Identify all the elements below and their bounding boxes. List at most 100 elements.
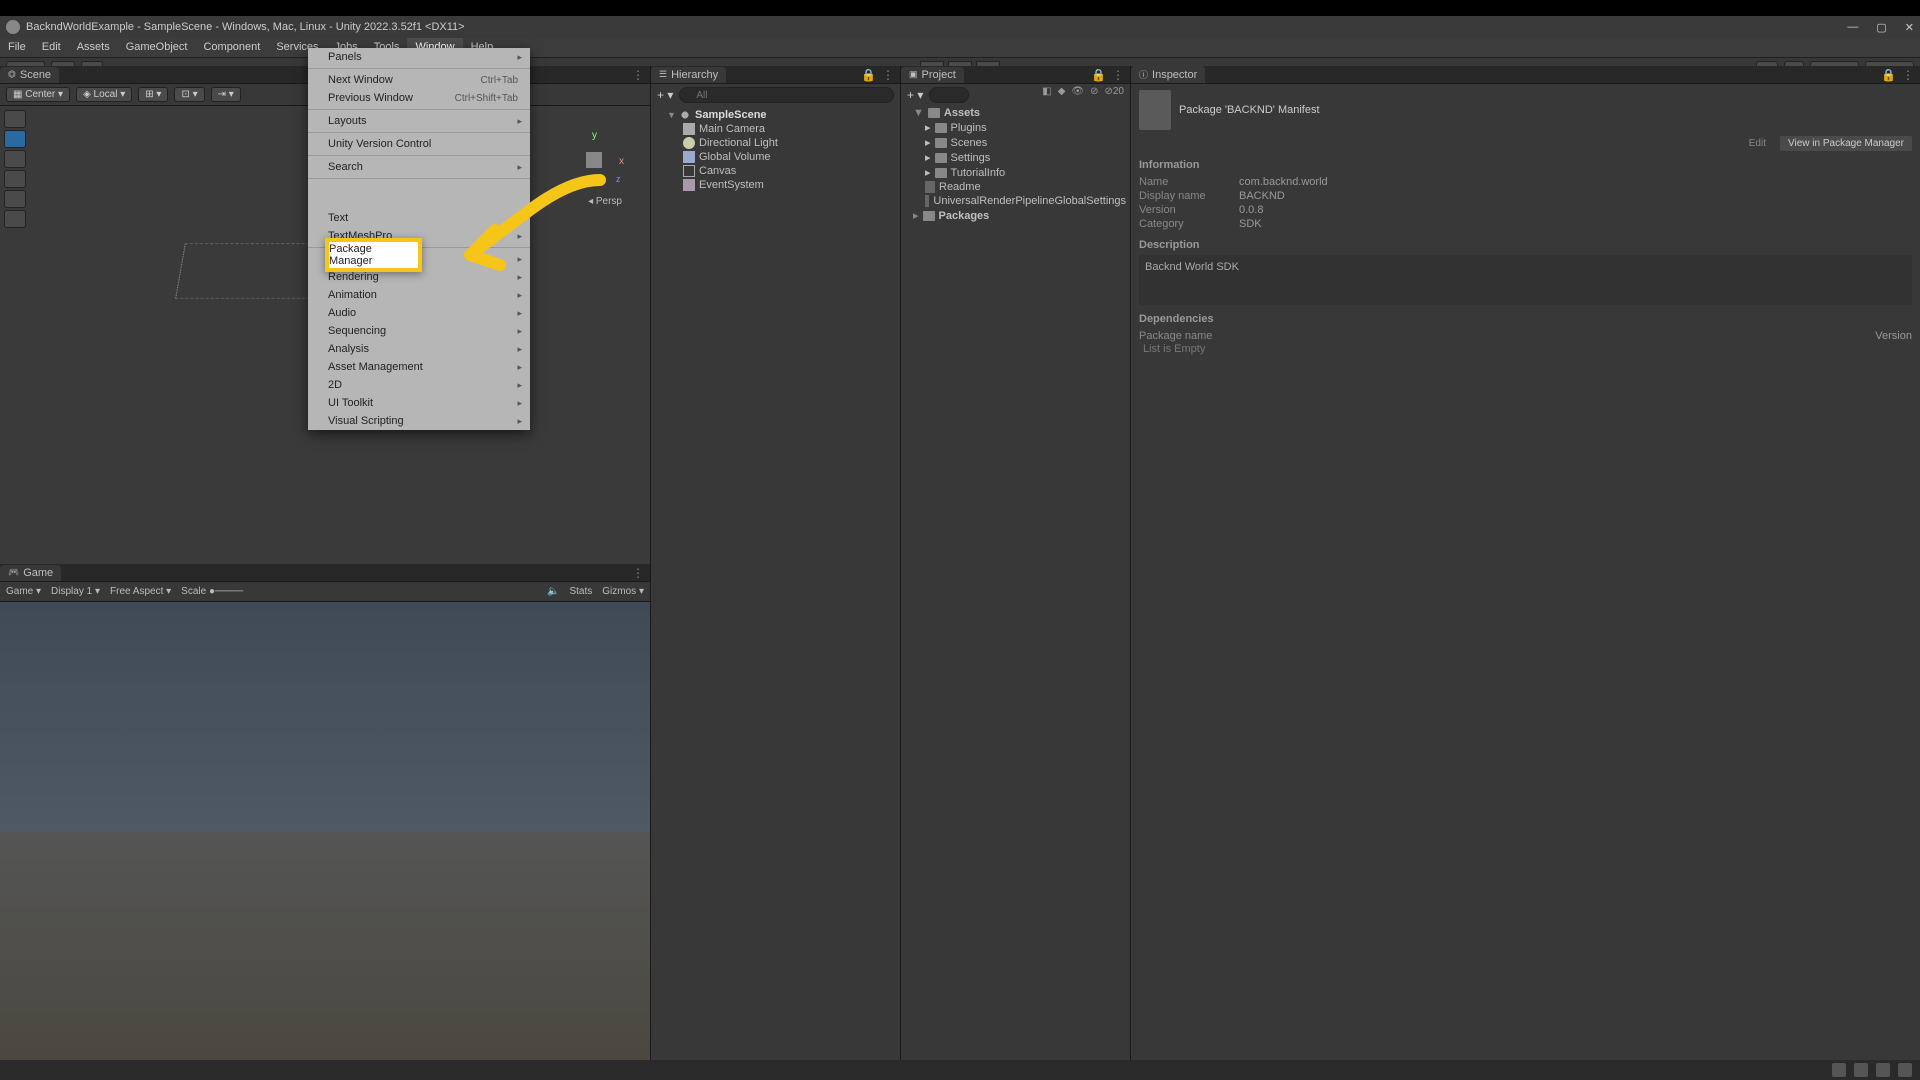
- manifest-file-icon: [1139, 90, 1171, 130]
- desc-heading: Description: [1139, 239, 1912, 251]
- hierarchy-toolbar: + ▾: [651, 84, 900, 106]
- status-icon[interactable]: [1854, 1063, 1868, 1077]
- filter-type-icon[interactable]: ◧: [1042, 86, 1051, 97]
- menu-file[interactable]: File: [0, 38, 34, 57]
- project-folder[interactable]: ▸Settings: [901, 150, 1130, 165]
- hierarchy-item[interactable]: Canvas: [651, 164, 900, 178]
- menu-text[interactable]: Text▸: [308, 209, 530, 227]
- project-folder[interactable]: ▸Scenes: [901, 135, 1130, 150]
- scene-tab[interactable]: ⏣ Scene: [0, 67, 59, 83]
- menu-uvc[interactable]: Unity Version Control: [308, 135, 530, 153]
- hierarchy-item[interactable]: Global Volume: [651, 150, 900, 164]
- scene-icon: [679, 109, 691, 121]
- inspector-title: Package 'BACKND' Manifest: [1179, 104, 1912, 116]
- project-menu-icon[interactable]: ⋮: [1112, 68, 1124, 82]
- menu-sequencing[interactable]: Sequencing▸: [308, 322, 530, 340]
- menu-prev-window[interactable]: Previous WindowCtrl+Shift+Tab: [308, 89, 530, 107]
- menu-audio[interactable]: Audio▸: [308, 304, 530, 322]
- scale-slider[interactable]: Scale ●────: [181, 586, 243, 597]
- game-mode-dropdown[interactable]: Game ▾: [6, 586, 41, 597]
- hierarchy-item[interactable]: EventSystem: [651, 178, 900, 192]
- menu-ui-toolkit[interactable]: UI Toolkit▸: [308, 394, 530, 412]
- menu-assets[interactable]: Assets: [69, 38, 118, 57]
- transform-tool[interactable]: [4, 210, 26, 228]
- close-icon[interactable]: ✕: [1905, 21, 1914, 34]
- gizmo-z-axis: z: [616, 174, 621, 184]
- assets-folder[interactable]: ▼Assets: [901, 106, 1130, 120]
- package-manager-highlight[interactable]: Package Manager: [325, 238, 422, 272]
- move-tool[interactable]: [4, 130, 26, 148]
- info-row: CategorySDK: [1139, 217, 1912, 231]
- gizmo-x-axis: x: [619, 156, 624, 167]
- stats-button[interactable]: Stats: [569, 586, 592, 597]
- lock-icon[interactable]: 🔒: [861, 68, 876, 82]
- project-tab[interactable]: ▣ Project: [901, 67, 964, 83]
- folder-icon: [928, 108, 940, 118]
- mute-button[interactable]: 🔈: [547, 586, 559, 597]
- aspect-dropdown[interactable]: Free Aspect ▾: [110, 586, 171, 597]
- local-button[interactable]: ◈ Local ▾: [76, 87, 132, 102]
- hierarchy-item[interactable]: Main Camera: [651, 122, 900, 136]
- menu-layouts[interactable]: Layouts▸: [308, 112, 530, 130]
- menu-component[interactable]: Component: [195, 38, 268, 57]
- minimize-icon[interactable]: —: [1847, 21, 1858, 34]
- rect-tool[interactable]: [4, 190, 26, 208]
- display-dropdown[interactable]: Display 1 ▾: [51, 586, 100, 597]
- status-icon[interactable]: [1898, 1063, 1912, 1077]
- hierarchy-item[interactable]: Directional Light: [651, 136, 900, 150]
- orientation-gizmo[interactable]: y x z: [564, 130, 624, 190]
- inspector-menu-icon[interactable]: ⋮: [1902, 68, 1914, 82]
- visibility-icon[interactable]: 👁: [1071, 86, 1084, 97]
- menu-2d[interactable]: 2D▸: [308, 376, 530, 394]
- projection-label[interactable]: ◂ Persp: [588, 196, 622, 207]
- filter-label-icon[interactable]: ◆: [1058, 86, 1066, 97]
- status-icon[interactable]: [1832, 1063, 1846, 1077]
- create-button[interactable]: + ▾: [657, 88, 673, 102]
- view-tool[interactable]: [4, 110, 26, 128]
- game-tab[interactable]: 🎮 Game: [0, 565, 61, 581]
- menu-visual-scripting[interactable]: Visual Scripting▸: [308, 412, 530, 430]
- scene-root[interactable]: ▼SampleScene: [651, 108, 900, 122]
- edit-button[interactable]: Edit: [1741, 136, 1774, 151]
- menu-panels[interactable]: Panels▸: [308, 48, 530, 66]
- game-panel-menu-icon[interactable]: ⋮: [632, 566, 644, 580]
- hierarchy-tab[interactable]: ☰ Hierarchy: [651, 67, 726, 83]
- project-tree: ▼Assets ▸Plugins ▸Scenes ▸Settings ▸Tuto…: [901, 106, 1130, 223]
- status-icon[interactable]: [1876, 1063, 1890, 1077]
- window-title: BackndWorldExample - SampleScene - Windo…: [26, 21, 465, 33]
- project-folder[interactable]: ▸Plugins: [901, 120, 1130, 135]
- menu-analysis[interactable]: Analysis▸: [308, 340, 530, 358]
- menu-next-window[interactable]: Next WindowCtrl+Tab: [308, 71, 530, 89]
- menu-animation[interactable]: Animation▸: [308, 286, 530, 304]
- increment-button[interactable]: ⇥ ▾: [211, 87, 241, 102]
- rotate-tool[interactable]: [4, 150, 26, 168]
- scale-tool[interactable]: [4, 170, 26, 188]
- hierarchy-search[interactable]: [679, 87, 894, 103]
- project-file[interactable]: Readme: [901, 180, 1130, 194]
- hidden-icon[interactable]: ⊘: [1090, 86, 1098, 97]
- maximize-icon[interactable]: ▢: [1876, 21, 1886, 34]
- hierarchy-menu-icon[interactable]: ⋮: [882, 68, 894, 82]
- game-icon: 🎮: [8, 567, 19, 578]
- pivot-center-button[interactable]: ▦ Center ▾: [6, 87, 70, 102]
- project-search[interactable]: [929, 87, 969, 103]
- packages-folder[interactable]: ▸Packages: [901, 208, 1130, 223]
- snap-button[interactable]: ⊡ ▾: [174, 87, 204, 102]
- panel-menu-icon[interactable]: ⋮: [632, 68, 644, 82]
- project-lock-icon[interactable]: 🔒: [1091, 68, 1106, 82]
- folder-icon: [935, 153, 947, 163]
- view-in-pm-button[interactable]: View in Package Manager: [1780, 136, 1912, 151]
- menu-edit[interactable]: Edit: [34, 38, 69, 57]
- menu-search[interactable]: Search▸: [308, 158, 530, 176]
- inspector-tab[interactable]: ⓘ Inspector: [1131, 66, 1205, 83]
- grid-button[interactable]: ⊞ ▾: [138, 87, 168, 102]
- menu-asset-management[interactable]: Asset Management▸: [308, 358, 530, 376]
- menubar: File Edit Assets GameObject Component Se…: [0, 38, 1920, 58]
- menu-gameobject[interactable]: GameObject: [118, 38, 196, 57]
- canvas-icon: [683, 165, 695, 177]
- project-file[interactable]: UniversalRenderPipelineGlobalSettings: [901, 194, 1130, 208]
- project-create-button[interactable]: + ▾: [907, 88, 923, 102]
- inspector-lock-icon[interactable]: 🔒: [1881, 68, 1896, 82]
- project-folder[interactable]: ▸TutorialInfo: [901, 165, 1130, 180]
- gizmos-toggle[interactable]: Gizmos ▾: [602, 586, 644, 597]
